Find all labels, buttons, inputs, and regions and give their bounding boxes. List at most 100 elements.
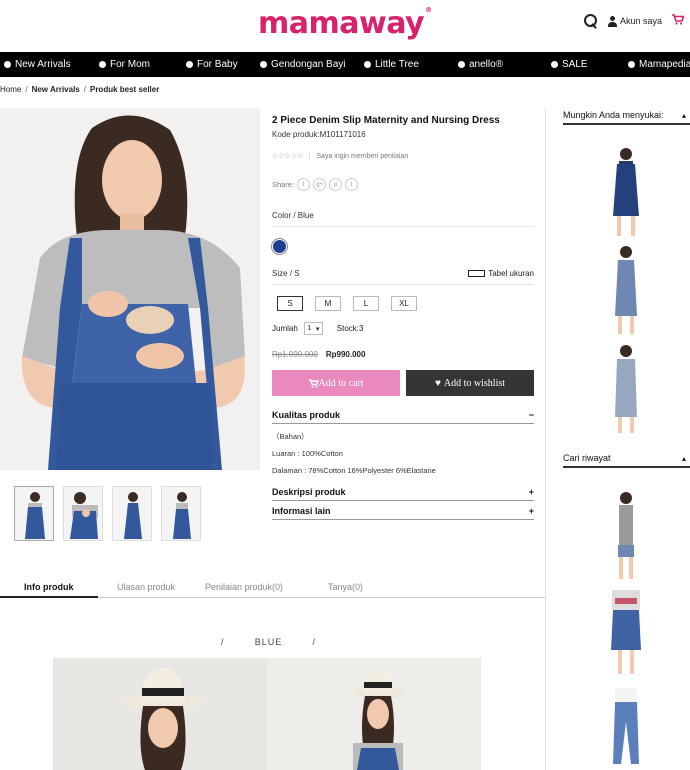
header-actions: Akun saya [583,14,685,28]
search-icon[interactable] [583,14,598,28]
product-thumbnail[interactable] [14,486,54,541]
history-product[interactable] [603,686,649,770]
twitter-icon[interactable]: t [345,178,359,191]
product-info: 2 Piece Denim Slip Maternity and Nursing… [272,108,534,520]
user-icon [607,15,617,27]
bullet-icon [458,61,465,68]
rating-stars-icon[interactable]: ☆☆☆☆☆ [272,152,311,160]
share-row: Share: f g+ p t [272,178,534,191]
sale-price: Rp990.000 [325,350,366,359]
price-row: Rp1.090.000 Rp990.000 [272,350,534,359]
add-to-cart-button[interactable]: Add to cart [272,370,400,396]
accordion-other-info-header[interactable]: Informasi lain + [272,503,534,519]
accordion-other-info: Informasi lain + [272,503,534,520]
bullet-icon [4,61,11,68]
tab-penilaian-produk[interactable]: Penilaian produk(0) [205,576,283,598]
accordion-quality: Kualitas produk − （Bahan） Luaran : 100%C… [272,407,534,479]
product-title: 2 Piece Denim Slip Maternity and Nursing… [272,115,500,126]
recommended-product[interactable] [603,146,649,238]
heart-icon: ♥ [434,377,441,389]
nav-item-new-arrivals[interactable]: New Arrivals [4,52,71,77]
size-chart-link[interactable]: Tabel ukuran [468,269,534,278]
chevron-up-icon: ▴ [681,110,686,120]
share-label: Share: [272,180,295,189]
size-option-m[interactable]: M [315,296,341,311]
recommended-product[interactable] [603,343,649,435]
breadcrumb-new-arrivals[interactable]: New Arrivals [32,85,80,94]
nav-item-little-tree[interactable]: Little Tree [364,52,419,77]
size-option-s[interactable]: S [277,296,303,311]
quantity-row: Jumlah 1 ▾ Stock:3 [272,322,534,335]
bullet-icon [628,61,635,68]
color-label: Color / Blue [272,211,314,220]
color-swatch-blue[interactable] [273,240,286,253]
size-options: S M L XL [277,296,534,311]
active-tab-indicator [0,596,98,598]
site-logo[interactable]: mamaway® [258,6,432,41]
tab-tanya[interactable]: Tanya(0) [328,576,363,598]
accordion-description: Deskripsi produk + [272,484,534,501]
chevron-up-icon: ▴ [681,453,686,463]
recommended-product[interactable] [603,244,649,336]
main-nav: New Arrivals For Mom For Baby Gendongan … [0,52,690,77]
sidebar-divider [545,108,546,770]
section-heading: / BLUE / [221,637,316,647]
size-option-xl[interactable]: XL [391,296,417,311]
rating-prompt[interactable]: Saya ingin memberi penilaian [316,153,408,160]
accordion-quality-header[interactable]: Kualitas produk − [272,407,534,423]
divider [272,423,534,424]
nav-item-for-mom[interactable]: For Mom [99,52,150,77]
size-label: Size / S [272,269,300,278]
product-detail-image [53,658,481,770]
ruler-icon [468,270,486,277]
history-product[interactable] [603,588,649,680]
section-heading-text: BLUE [254,637,283,647]
size-option-l[interactable]: L [353,296,379,311]
account-label: Akun saya [619,16,662,26]
divider [272,284,534,285]
collapse-icon: − [528,410,534,420]
breadcrumb-home[interactable]: Home [0,85,21,94]
breadcrumb-separator: / [83,85,86,94]
product-tabs: Info produk Ulasan produk Penilaian prod… [0,576,545,598]
product-code: Kode produk:M101171016 [272,130,366,139]
product-thumbnail[interactable] [161,486,201,541]
recommend-header[interactable]: Mungkin Anda menyukai: ▴ [563,107,690,125]
original-price: Rp1.090.000 [272,350,318,359]
tab-info-produk[interactable]: Info produk [24,576,74,598]
nav-item-sale[interactable]: SALE [551,52,588,77]
site-header: mamaway® Akun saya [0,0,690,52]
nav-item-anello[interactable]: anello® [458,52,503,77]
bullet-icon [260,61,267,68]
bullet-icon [99,61,106,68]
product-main-image[interactable] [0,108,260,470]
nav-item-for-baby[interactable]: For Baby [186,52,238,77]
accordion-quality-body: （Bahan） Luaran : 100%Cotton Dalaman : 78… [272,432,436,475]
product-thumbnail[interactable] [112,486,152,541]
nav-item-gendongan-bayi[interactable]: Gendongan Bayi [260,52,346,77]
stock-label: Stock:3 [336,324,364,333]
cart-icon[interactable] [672,14,685,28]
google-plus-icon[interactable]: g+ [313,178,327,191]
history-header[interactable]: Cari riwayat ▴ [563,450,690,468]
breadcrumb-current: Produk best seller [89,85,160,94]
pinterest-icon[interactable]: p [329,178,343,191]
history-product[interactable] [603,490,649,582]
facebook-icon[interactable]: f [297,178,311,191]
nav-item-mamapedia[interactable]: Mamapedia [628,52,690,77]
recommend-title: Mungkin Anda menyukai: [563,110,664,120]
quantity-label: Jumlah [272,324,298,333]
quantity-select[interactable]: 1 ▾ [303,322,323,335]
product-thumbnail[interactable] [63,486,103,541]
divider [272,226,534,227]
rating-row: ☆☆☆☆☆ Saya ingin memberi penilaian [272,152,534,160]
expand-icon: + [528,506,534,516]
breadcrumb-separator: / [25,85,28,94]
accordion-description-header[interactable]: Deskripsi produk + [272,484,534,500]
account-link[interactable]: Akun saya [607,15,662,27]
breadcrumb: Home / New Arrivals / Produk best seller [0,85,159,94]
cart-icon [308,378,319,388]
bullet-icon [364,61,371,68]
tab-ulasan-produk[interactable]: Ulasan produk [117,576,175,598]
add-to-wishlist-button[interactable]: ♥ Add to wishlist [406,370,534,396]
